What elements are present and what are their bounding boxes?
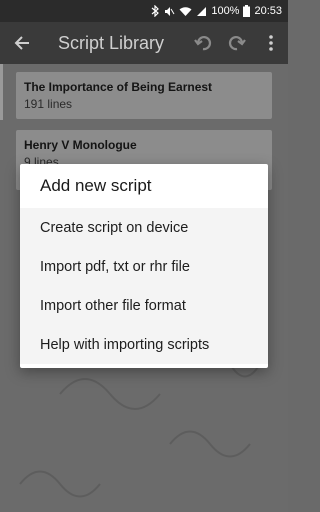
script-card[interactable]: The Importance of Being Earnest 191 line… — [16, 72, 272, 119]
overflow-menu-icon — [269, 35, 273, 51]
script-title: Henry V Monologue — [24, 138, 137, 152]
import-file-option[interactable]: Import pdf, txt or rhr file — [20, 247, 268, 286]
import-other-format-option[interactable]: Import other file format — [20, 286, 268, 325]
help-importing-option[interactable]: Help with importing scripts — [20, 325, 268, 364]
create-script-option[interactable]: Create script on device — [20, 208, 268, 247]
add-script-dialog: Add new script Create script on device I… — [20, 164, 268, 368]
wifi-icon — [179, 6, 192, 16]
back-button[interactable] — [0, 22, 44, 64]
battery-percent: 100% — [211, 5, 240, 17]
redo-button[interactable] — [220, 22, 254, 64]
script-line-count: 191 lines — [24, 97, 73, 111]
undo-button[interactable] — [186, 22, 220, 64]
overflow-menu-button[interactable] — [254, 22, 288, 64]
signal-icon — [197, 6, 207, 16]
app-toolbar: Script Library — [0, 22, 288, 64]
battery-icon — [243, 5, 251, 17]
bluetooth-icon — [151, 5, 160, 17]
script-title: The Importance of Being Earnest — [24, 80, 213, 94]
page-title: Script Library — [58, 32, 165, 53]
dialog-title: Add new script — [40, 176, 152, 195]
clock: 20:53 — [254, 5, 282, 17]
redo-icon — [228, 36, 246, 51]
back-arrow-icon — [14, 36, 29, 50]
undo-icon — [194, 36, 212, 51]
mute-icon — [165, 6, 175, 16]
status-bar: 100% 20:53 — [0, 0, 288, 22]
scrollbar[interactable] — [0, 64, 3, 120]
dialog-options: Create script on device Import pdf, txt … — [20, 208, 268, 364]
